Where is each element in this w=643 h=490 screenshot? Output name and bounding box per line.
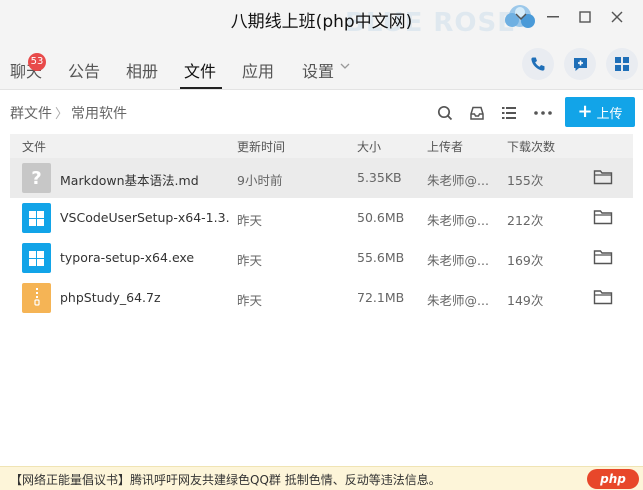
tab-files[interactable]: 文件 [184,58,216,82]
table-row[interactable]: ? Markdown基本语法.md 9小时前 5.35KB 朱老师@... 15… [10,158,633,198]
file-time: 昨天 [237,213,263,228]
file-name[interactable]: phpStudy_64.7z [60,290,230,305]
close-button[interactable] [603,4,631,30]
title-bar: BLUE ROSE 八期线上班(php中文网) [0,0,643,38]
minimize-button[interactable] [539,4,567,30]
folder-icon[interactable] [593,209,613,225]
upload-button[interactable]: + 上传 [565,97,635,127]
file-time: 昨天 [237,253,263,268]
search-icon[interactable] [434,102,456,124]
file-table: 文件 更新时间 大小 上传者 下载次数 ? Markdown基本语法.md 9小… [10,134,633,318]
archive-file-icon [22,283,51,313]
windows-exe-icon [22,243,51,273]
file-size: 5.35KB [357,170,402,185]
file-size: 72.1MB [357,290,405,305]
tab-album[interactable]: 相册 [126,58,158,82]
folder-icon[interactable] [593,289,613,305]
file-downloads: 169次 [507,253,544,268]
column-header-size[interactable]: 大小 [357,138,381,155]
file-time: 昨天 [237,293,263,308]
tab-bar: 聊天 53 公告 相册 文件 应用 设置 [0,38,643,90]
file-name[interactable]: VSCodeUserSetup-x64-1.3... [60,210,230,225]
active-tab-indicator [180,87,222,89]
plus-icon: + [577,101,593,122]
windows-exe-icon [22,203,51,233]
inbox-icon[interactable] [466,102,488,124]
add-chat-icon [573,57,587,71]
grid-icon [615,57,629,71]
add-message-button[interactable] [564,48,596,80]
list-view-icon[interactable] [498,102,520,124]
file-name[interactable]: Markdown基本语法.md [60,170,230,189]
tab-apps[interactable]: 应用 [242,58,274,82]
file-time: 9小时前 [237,173,283,188]
breadcrumb-current: 常用软件 [71,106,127,122]
window-controls [507,4,631,30]
column-header-downloads[interactable]: 下载次数 [507,138,555,155]
file-downloads: 149次 [507,293,544,308]
file-size: 50.6MB [357,210,405,225]
file-downloads: 155次 [507,173,544,188]
tab-announcements[interactable]: 公告 [68,58,100,82]
notice-bar: 【网络正能量倡议书】腾讯呼吁网友共建绿色QQ群 抵制色情、反动等违法信息。 ph… [0,466,643,490]
column-header-file[interactable]: 文件 [22,138,46,155]
breadcrumb-separator: 〉 [55,107,69,122]
file-uploader[interactable]: 朱老师@... [427,290,489,309]
file-downloads: 212次 [507,213,544,228]
table-row[interactable]: phpStudy_64.7z 昨天 72.1MB 朱老师@... 149次 [10,278,633,318]
table-row[interactable]: typora-setup-x64.exe 昨天 55.6MB 朱老师@... 1… [10,238,633,278]
table-header: 文件 更新时间 大小 上传者 下载次数 [10,134,633,158]
column-header-uploader[interactable]: 上传者 [427,138,463,155]
more-icon[interactable] [532,102,554,124]
file-uploader[interactable]: 朱老师@... [427,170,489,189]
upload-label: 上传 [596,106,623,122]
maximize-button[interactable] [571,4,599,30]
notice-text[interactable]: 【网络正能量倡议书】腾讯呼吁网友共建绿色QQ群 抵制色情、反动等违法信息。 [10,473,441,487]
unread-badge: 53 [28,53,46,71]
breadcrumb-root[interactable]: 群文件 [10,103,52,123]
file-size: 55.6MB [357,250,405,265]
breadcrumb: 群文件 〉 常用软件 + 上传 [0,90,643,134]
column-header-updated[interactable]: 更新时间 [237,138,285,155]
phone-icon [531,57,545,71]
chevron-down-icon[interactable] [340,60,350,73]
php-watermark-logo: php [587,469,639,489]
folder-icon[interactable] [593,169,613,185]
file-uploader[interactable]: 朱老师@... [427,210,489,229]
file-name[interactable]: typora-setup-x64.exe [60,250,230,265]
table-row[interactable]: VSCodeUserSetup-x64-1.3... 昨天 50.6MB 朱老师… [10,198,633,238]
phone-call-button[interactable] [522,48,554,80]
folder-icon[interactable] [593,249,613,265]
dropdown-icon[interactable] [507,4,535,30]
more-apps-button[interactable] [606,48,638,80]
unknown-file-icon: ? [22,163,51,193]
file-uploader[interactable]: 朱老师@... [427,250,489,269]
tab-settings[interactable]: 设置 [302,58,334,82]
